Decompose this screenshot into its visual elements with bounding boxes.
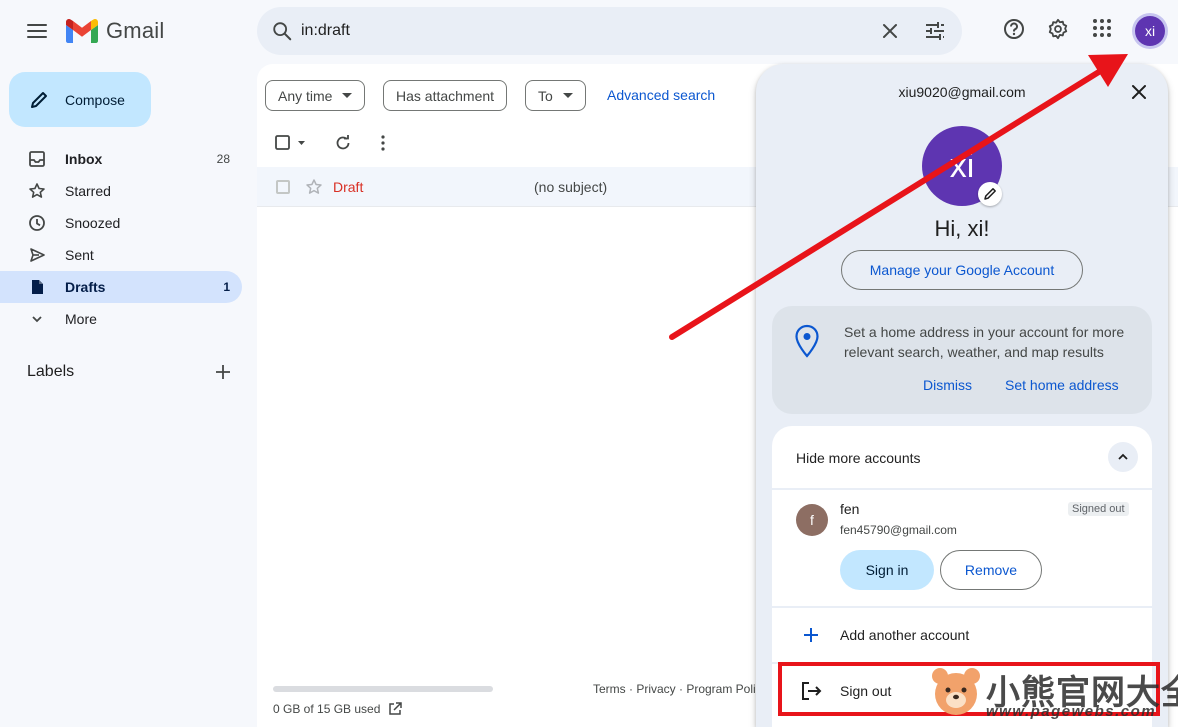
sidebar-item-more[interactable]: More [0, 303, 242, 335]
sidebar-item-sent[interactable]: Sent [0, 239, 242, 271]
sidebar-nav: Inbox 28 Starred Snoozed Sent Drafts 1 M… [0, 143, 242, 335]
account-email: xiu9020@gmail.com [898, 84, 1026, 100]
chevron-down-icon [28, 310, 46, 328]
chip-label: Any time [278, 87, 333, 104]
sidebar-item-inbox[interactable]: Inbox 28 [0, 143, 242, 175]
add-label-icon[interactable] [214, 363, 232, 381]
google-apps-icon[interactable] [1092, 18, 1112, 38]
pencil-icon [984, 188, 996, 200]
more-options-icon[interactable] [375, 134, 391, 152]
dropdown-caret-icon [342, 93, 353, 98]
other-account-email: fen45790@gmail.com [840, 523, 957, 537]
search-input[interactable] [301, 17, 861, 45]
location-pin-icon [795, 324, 819, 358]
menu-icon-line [27, 36, 47, 38]
greeting: Hi, xi! [934, 216, 990, 241]
external-link-icon[interactable] [388, 702, 403, 716]
gmail-m-icon [66, 19, 98, 43]
home-address-message: Set a home address in your account for m… [844, 324, 1125, 360]
sidebar-item-label: More [65, 311, 97, 327]
pencil-icon [31, 91, 47, 108]
storage-text: 0 GB of 15 GB used [273, 702, 381, 716]
star-icon [28, 182, 46, 200]
labels-heading: Labels [27, 363, 75, 380]
send-icon [28, 246, 46, 264]
home-address-card: Set a home address in your account for m… [772, 306, 1152, 414]
dropdown-caret-icon [562, 93, 573, 98]
plus-icon [804, 628, 818, 642]
sidebar-item-snoozed[interactable]: Snoozed [0, 207, 242, 239]
manage-account-button[interactable]: Manage your Google Account [841, 250, 1083, 290]
account-panel: xiu9020@gmail.com xi Hi, xi! Manage your… [756, 64, 1168, 727]
sidebar-item-label: Drafts [65, 279, 106, 295]
watermark: 小熊官网大全 www.pagewebs.com [930, 663, 1178, 721]
menu-icon-line [27, 24, 47, 26]
chip-label: To [538, 87, 553, 104]
dismiss-button[interactable]: Dismiss [923, 377, 972, 393]
sign-in-button[interactable]: Sign in [840, 550, 934, 590]
select-all-checkbox[interactable] [275, 134, 309, 157]
refresh-icon[interactable] [334, 134, 352, 152]
inbox-icon [28, 150, 46, 168]
add-account-button[interactable]: Add another account [772, 608, 1152, 662]
clear-search-icon[interactable] [880, 21, 900, 41]
edit-avatar-button[interactable] [978, 182, 1002, 206]
menu-icon-line [27, 30, 47, 32]
sign-out-label: Sign out [840, 683, 892, 699]
remove-account-button[interactable]: Remove [940, 550, 1042, 590]
storage-progress-bar [273, 686, 493, 692]
close-icon[interactable] [1130, 83, 1148, 101]
footer-links[interactable]: Terms · Privacy · Program Policies [593, 682, 757, 696]
more-accounts-toggle[interactable]: Hide more accounts [772, 426, 1152, 488]
row-checkbox[interactable] [276, 180, 290, 194]
add-account-label: Add another account [840, 627, 970, 643]
more-accounts-label: Hide more accounts [796, 450, 921, 466]
chip-label: Has attachment [396, 87, 495, 104]
filter-has-attachment[interactable]: Has attachment [383, 80, 508, 111]
settings-gear-icon[interactable] [1047, 18, 1069, 40]
sign-out-icon [802, 682, 822, 700]
filter-to[interactable]: To [525, 80, 586, 111]
help-icon[interactable] [1003, 18, 1025, 40]
search-options-icon[interactable] [924, 20, 946, 42]
sidebar-item-drafts[interactable]: Drafts 1 [0, 271, 242, 303]
account-avatar-initials: xi [1135, 16, 1165, 46]
set-home-address-button[interactable]: Set home address [1005, 377, 1119, 393]
draft-count: 1 [223, 280, 230, 294]
other-account-avatar: f [796, 504, 828, 536]
advanced-search-link[interactable]: Advanced search [607, 87, 715, 103]
chevron-up-icon[interactable] [1108, 442, 1138, 472]
clock-icon [28, 214, 46, 232]
checkbox-icon [275, 135, 305, 150]
sidebar-item-starred[interactable]: Starred [0, 175, 242, 207]
unread-count: 28 [216, 152, 230, 166]
gmail-logo[interactable]: Gmail [66, 18, 164, 44]
sidebar-item-label: Snoozed [65, 215, 121, 231]
sidebar-item-label: Sent [65, 247, 94, 263]
search-icon[interactable] [271, 20, 293, 42]
star-icon[interactable] [305, 178, 323, 196]
bear-logo-icon [932, 668, 980, 715]
other-account-name: fen [840, 501, 860, 517]
sidebar-item-label: Inbox [65, 151, 103, 167]
row-subject: (no subject) [534, 179, 608, 195]
filter-any-time[interactable]: Any time [265, 80, 366, 111]
watermark-url: www.pagewebs.com [986, 703, 1157, 720]
compose-label: Compose [65, 91, 125, 108]
other-account-row: f fen fen45790@gmail.com Signed out Sign… [772, 490, 1152, 606]
main-menu-button[interactable] [27, 24, 47, 38]
compose-button[interactable]: Compose [9, 72, 151, 127]
sidebar-item-label: Starred [65, 183, 111, 199]
draft-icon [28, 278, 46, 296]
row-sender: Draft [333, 179, 364, 195]
gmail-wordmark: Gmail [106, 18, 165, 43]
account-avatar-button[interactable]: xi [1132, 13, 1168, 49]
storage-usage: 0 GB of 15 GB used [273, 702, 403, 716]
search-bar [257, 7, 962, 55]
status-badge: Signed out [1068, 502, 1129, 516]
